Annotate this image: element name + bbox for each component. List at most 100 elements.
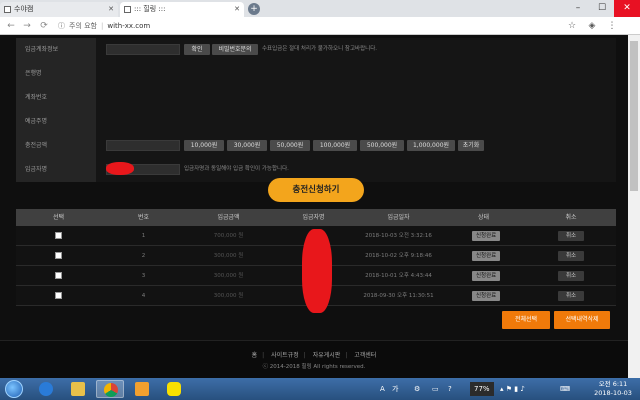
footer-link-board[interactable]: 자유게시판 bbox=[313, 352, 341, 359]
close-icon[interactable]: ✕ bbox=[234, 2, 240, 17]
row-checkbox[interactable] bbox=[55, 252, 62, 259]
separator: | bbox=[101, 22, 104, 30]
clock-date: 2018-10-03 bbox=[594, 389, 632, 397]
taskbar-app-explorer[interactable] bbox=[64, 380, 92, 398]
charge-request-button[interactable]: 충전신청하기 bbox=[268, 178, 364, 202]
form-value: 확인 비밀번호문의 수표입금은 절대 처리가 불가하오니 참고바랍니다. bbox=[96, 38, 616, 62]
tab-label: ::: 힐링 ::: bbox=[134, 5, 166, 13]
amount-button-1000000[interactable]: 1,000,000원 bbox=[407, 140, 455, 151]
amount-button-500000[interactable]: 500,000원 bbox=[360, 140, 404, 151]
footer-link-rules[interactable]: 사이트규정 bbox=[271, 352, 299, 359]
row-amount: 300,000 원 bbox=[213, 253, 244, 259]
tray-icons[interactable]: ▴ ⚑ ▮ ♪ bbox=[500, 378, 525, 400]
taskbar-app-chrome[interactable] bbox=[96, 380, 124, 398]
copyright: ⓒ 2014-2018 힐링 All rights reserved. bbox=[262, 364, 366, 370]
help-icon[interactable]: ? bbox=[448, 378, 452, 400]
page-icon bbox=[124, 6, 131, 13]
start-button[interactable] bbox=[5, 380, 23, 398]
form-label: 예금주명 bbox=[16, 110, 96, 134]
status-badge: 신청완료 bbox=[472, 251, 501, 261]
back-button[interactable]: ← bbox=[5, 19, 17, 33]
status-icon[interactable]: ▭ bbox=[432, 378, 439, 400]
row-checkbox[interactable] bbox=[55, 292, 62, 299]
keyboard-icon[interactable]: ⌨ bbox=[560, 378, 570, 400]
tab-label: 수야캠 bbox=[14, 5, 34, 13]
col-status: 상태 bbox=[477, 214, 490, 221]
scrollbar-thumb[interactable] bbox=[630, 41, 638, 191]
password-inquiry-button[interactable]: 비밀번호문의 bbox=[212, 44, 258, 55]
footer-link-home[interactable]: 홈 bbox=[252, 352, 258, 359]
col-date: 입금일자 bbox=[387, 214, 410, 221]
new-tab-button[interactable]: + bbox=[248, 3, 260, 15]
row-checkbox[interactable] bbox=[55, 272, 62, 279]
minimize-button[interactable]: – bbox=[566, 0, 590, 17]
row-date: 2018-09-30 오후 11:30:51 bbox=[363, 293, 434, 299]
reload-button[interactable]: ⟳ bbox=[38, 19, 50, 33]
amount-button-50000[interactable]: 50,000원 bbox=[270, 140, 310, 151]
page-icon bbox=[4, 6, 11, 13]
row-amount: 300,000 원 bbox=[213, 293, 244, 299]
amount-input[interactable] bbox=[106, 140, 180, 151]
amount-button-10000[interactable]: 10,000원 bbox=[184, 140, 224, 151]
taskbar-clock[interactable]: 오전 6:11 2018-10-03 bbox=[590, 380, 636, 398]
divider: | bbox=[303, 352, 306, 359]
delete-selected-button[interactable]: 선택내역삭제 bbox=[554, 311, 610, 329]
footer-links: 홈 | 사이트규정 | 자유게시판 | 고객센터 bbox=[0, 350, 628, 359]
tab-healing[interactable]: ::: 힐링 ::: ✕ bbox=[120, 2, 244, 17]
close-icon[interactable]: ✕ bbox=[108, 2, 114, 17]
extension-icon[interactable]: ◈ bbox=[586, 20, 598, 32]
security-label: 주의 요함 bbox=[69, 22, 97, 30]
divider: | bbox=[345, 352, 348, 359]
battery-indicator[interactable]: 77% bbox=[470, 382, 494, 396]
redaction-mark bbox=[106, 162, 134, 175]
form-row-bank-name: 은행명 bbox=[16, 62, 616, 86]
tab-suyacam[interactable]: 수야캠 ✕ bbox=[0, 2, 118, 17]
cancel-button[interactable]: 취소 bbox=[558, 271, 584, 281]
row-date: 2018-10-02 오후 9:18:46 bbox=[365, 253, 432, 259]
row-number: 2 bbox=[141, 253, 146, 259]
cancel-button[interactable]: 취소 bbox=[558, 251, 584, 261]
form-label: 은행명 bbox=[16, 62, 96, 86]
amount-button-100000[interactable]: 100,000원 bbox=[313, 140, 357, 151]
settings-icon[interactable]: ⚙ bbox=[414, 378, 420, 400]
row-number: 4 bbox=[141, 293, 146, 299]
page-content: 입금계좌정보 확인 비밀번호문의 수표입금은 절대 처리가 불가하오니 참고바랍… bbox=[0, 35, 628, 378]
form-row-account-info: 입금계좌정보 확인 비밀번호문의 수표입금은 절대 처리가 불가하오니 참고바랍… bbox=[16, 38, 616, 62]
forward-button[interactable]: → bbox=[21, 19, 33, 33]
row-amount: 700,000 원 bbox=[213, 233, 244, 239]
bookmark-star-icon[interactable]: ☆ bbox=[566, 20, 578, 32]
player-icon bbox=[135, 382, 149, 396]
table-header: 선택 번호 입금금액 입금자명 입금일자 상태 취소 bbox=[16, 209, 616, 226]
page-scrollbar[interactable] bbox=[628, 35, 640, 378]
taskbar-app-kakaotalk[interactable] bbox=[160, 380, 188, 398]
site-footer: 홈 | 사이트규정 | 자유게시판 | 고객센터 ⓒ 2014-2018 힐링 All… bbox=[0, 340, 628, 378]
info-icon[interactable]: ⓘ bbox=[58, 22, 65, 30]
cancel-button[interactable]: 취소 bbox=[558, 291, 584, 301]
folder-icon bbox=[71, 382, 85, 396]
maximize-button[interactable]: ☐ bbox=[590, 0, 614, 17]
form-value bbox=[96, 86, 616, 110]
menu-icon[interactable]: ⋮ bbox=[606, 20, 618, 32]
select-all-button[interactable]: 전체선택 bbox=[502, 311, 550, 329]
form-row-account-holder: 예금주명 bbox=[16, 110, 616, 134]
form-value bbox=[96, 62, 616, 86]
lang-icon[interactable]: A bbox=[380, 378, 385, 400]
confirm-button[interactable]: 확인 bbox=[184, 44, 210, 55]
form-row-charge-amount: 충전금액 10,000원 30,000원 50,000원 100,000원 50… bbox=[16, 134, 616, 158]
taskbar-app-ie[interactable] bbox=[32, 380, 60, 398]
reset-button[interactable]: 초기화 bbox=[458, 140, 484, 151]
close-window-button[interactable]: ✕ bbox=[614, 0, 640, 17]
col-cancel: 취소 bbox=[565, 214, 577, 221]
account-info-input[interactable] bbox=[106, 44, 180, 55]
redaction-mark bbox=[302, 229, 332, 313]
ime-indicator[interactable]: 가 bbox=[392, 378, 398, 400]
deposit-history-table: 선택 번호 입금금액 입금자명 입금일자 상태 취소 1 700,000 원 2… bbox=[16, 209, 616, 313]
cancel-button[interactable]: 취소 bbox=[558, 231, 584, 241]
taskbar-app-player[interactable] bbox=[128, 380, 156, 398]
row-checkbox[interactable] bbox=[55, 232, 62, 239]
kakaotalk-icon bbox=[167, 382, 181, 396]
amount-button-30000[interactable]: 30,000원 bbox=[227, 140, 267, 151]
footer-link-support[interactable]: 고객센터 bbox=[354, 352, 376, 359]
address-bar[interactable]: ⓘ 주의 요함 | with-xx.com bbox=[58, 19, 578, 33]
form-label: 입금자명 bbox=[16, 158, 96, 182]
